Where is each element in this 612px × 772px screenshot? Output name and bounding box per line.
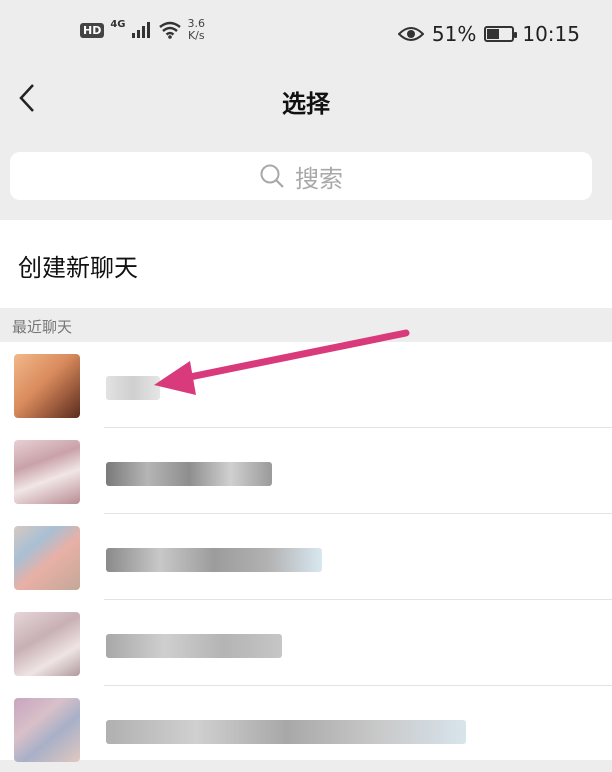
signal-icon xyxy=(131,22,150,38)
avatar xyxy=(14,440,80,504)
list-item[interactable] xyxy=(0,428,612,514)
annotation-arrow xyxy=(154,329,410,395)
avatar xyxy=(14,354,80,418)
network-type: 4G xyxy=(110,18,126,30)
blurred-name xyxy=(106,548,322,572)
blurred-name xyxy=(106,720,466,744)
blurred-name xyxy=(106,462,272,486)
network-speed: 3.6 K/s xyxy=(188,18,206,42)
wifi-icon xyxy=(158,21,181,39)
battery-fill xyxy=(487,29,500,39)
nav-bar: 选择 xyxy=(0,70,612,130)
battery-icon xyxy=(484,26,518,42)
list-item[interactable] xyxy=(0,686,612,772)
avatar xyxy=(14,612,80,676)
recent-chats-header: 最近聊天 xyxy=(12,318,73,336)
avatar xyxy=(14,526,80,590)
status-right: 51% 10:15 xyxy=(397,22,580,46)
status-left: HD 4G 3.6 K/s xyxy=(80,18,205,42)
search-icon xyxy=(260,164,284,188)
status-bar: HD 4G 3.6 K/s 51% 10:15 xyxy=(0,0,612,70)
page-title: 选择 xyxy=(282,90,330,118)
hd-badge: HD xyxy=(80,22,105,38)
create-new-chat[interactable]: 创建新聊天 xyxy=(0,220,612,308)
search-placeholder: 搜索 xyxy=(295,164,343,193)
clock: 10:15 xyxy=(522,22,580,46)
search-input[interactable]: 搜索 xyxy=(10,152,592,200)
blurred-name xyxy=(106,634,282,658)
speed-unit: K/s xyxy=(187,29,205,42)
create-new-chat-label: 创建新聊天 xyxy=(18,254,138,282)
eye-icon xyxy=(397,27,424,41)
avatar xyxy=(14,698,80,762)
battery-percent: 51% xyxy=(431,22,477,46)
list-item[interactable] xyxy=(0,600,612,686)
list-item[interactable] xyxy=(0,514,612,600)
